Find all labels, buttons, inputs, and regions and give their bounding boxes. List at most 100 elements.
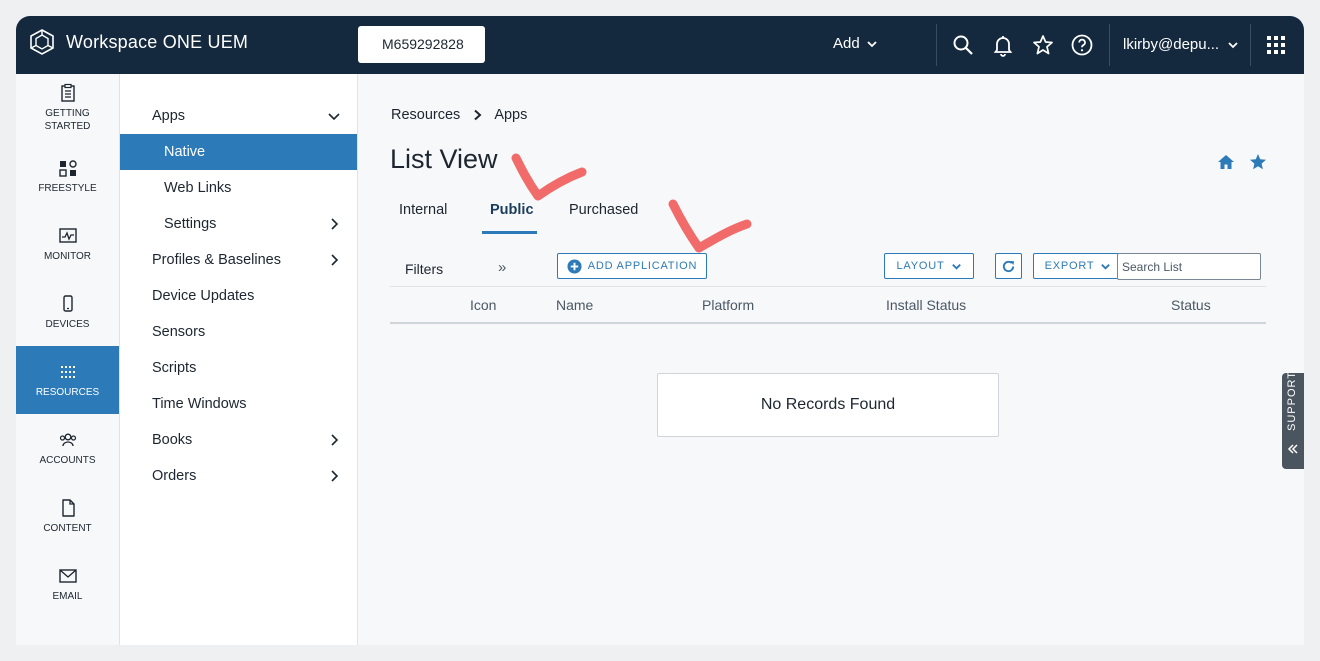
email-icon — [58, 568, 77, 583]
subnav-device-updates[interactable]: Device Updates — [120, 278, 357, 314]
subnav-label: Time Windows — [152, 396, 247, 412]
subnav-books[interactable]: Books — [120, 422, 357, 458]
subnav-label: Settings — [164, 216, 217, 232]
tab-internal[interactable]: Internal — [399, 202, 447, 218]
breadcrumb-resources[interactable]: Resources — [391, 107, 460, 123]
empty-state-message: No Records Found — [657, 373, 999, 437]
subnav-profiles-baselines[interactable]: Profiles & Baselines — [120, 242, 357, 278]
nav-label: DEVICES — [45, 318, 90, 330]
subnav-label: Apps — [152, 108, 186, 124]
chevron-down-icon — [951, 263, 961, 270]
column-header-platform[interactable]: Platform — [702, 297, 754, 313]
expand-filters-icon[interactable]: » — [498, 259, 506, 276]
brand-name: Workspace ONE UEM — [66, 31, 249, 52]
subnav-label: Profiles & Baselines — [152, 252, 281, 268]
resources-icon — [60, 365, 75, 378]
app-launcher-grid-icon[interactable] — [1264, 33, 1288, 57]
user-menu[interactable]: lkirby@depu... — [1123, 36, 1239, 53]
nav-freestyle[interactable]: FREESTYLE — [16, 142, 119, 210]
chevron-right-icon — [331, 470, 339, 482]
nav-label: FREESTYLE — [38, 182, 97, 194]
brand[interactable]: Workspace ONE UEM — [28, 28, 248, 56]
active-tab-indicator — [482, 231, 537, 234]
device-icon — [62, 294, 73, 312]
org-group-selector[interactable]: M659292828 — [358, 26, 485, 63]
subnav-label: Web Links — [164, 180, 232, 196]
search-list-input[interactable] — [1117, 253, 1261, 280]
subnav-label: Scripts — [152, 360, 197, 376]
user-name: lkirby@depu... — [1123, 36, 1220, 53]
nav-resources[interactable]: RESOURCES — [16, 346, 119, 414]
chevron-down-icon — [1101, 263, 1111, 270]
column-header-install-status[interactable]: Install Status — [886, 297, 966, 313]
subnav-apps[interactable]: Apps — [120, 98, 357, 134]
plus-circle-icon — [567, 258, 582, 274]
subnav-scripts[interactable]: Scripts — [120, 350, 357, 386]
list-toolbar: Filters » ADD APPLICATION LAYOUT EXPORT … — [390, 252, 1266, 282]
refresh-icon — [1002, 260, 1015, 272]
chevron-right-icon — [331, 434, 339, 446]
app-window: Workspace ONE UEM M659292828 Add lkirby@… — [16, 16, 1304, 645]
support-label: SUPPORT — [1286, 371, 1298, 431]
subnav-label: Native — [164, 144, 206, 160]
home-icon[interactable] — [1217, 153, 1235, 171]
table-header: Icon Name Platform Install Status Status — [390, 286, 1266, 324]
nav-devices[interactable]: DEVICES — [16, 278, 119, 346]
search-icon[interactable] — [951, 33, 975, 57]
chevron-down-icon — [328, 113, 340, 121]
layout-button[interactable]: LAYOUT — [884, 253, 974, 279]
nav-accounts[interactable]: ACCOUNTS — [16, 414, 119, 482]
chevron-right-icon — [331, 254, 339, 266]
nav-label: MONITOR — [43, 250, 92, 262]
subnav-label: Device Updates — [152, 288, 255, 304]
header-divider — [936, 24, 937, 66]
nav-label: GETTING STARTED — [44, 108, 91, 132]
column-header-status[interactable]: Status — [1171, 297, 1211, 313]
content-icon — [61, 498, 75, 517]
export-button[interactable]: EXPORT — [1033, 253, 1123, 279]
nav-label: RESOURCES — [35, 386, 100, 398]
bell-icon[interactable] — [991, 33, 1015, 57]
filters-label[interactable]: Filters — [405, 261, 443, 277]
primary-sidebar: GETTING STARTED FREESTYLE MONITOR DEVICE… — [16, 74, 120, 645]
breadcrumb-apps[interactable]: Apps — [494, 107, 527, 123]
add-menu[interactable]: Add — [833, 35, 878, 52]
accounts-icon — [59, 433, 76, 446]
layout-label: LAYOUT — [896, 260, 945, 272]
chevron-right-icon — [331, 218, 339, 230]
page-title: List View — [390, 144, 498, 174]
freestyle-icon — [58, 159, 77, 177]
clipboard-icon — [60, 83, 75, 102]
nav-content[interactable]: CONTENT — [16, 482, 119, 550]
support-tab[interactable]: SUPPORT — [1282, 371, 1304, 469]
nav-monitor[interactable]: MONITOR — [16, 210, 119, 278]
subnav-native[interactable]: Native — [120, 134, 357, 170]
chevron-down-icon — [867, 40, 877, 47]
subnav-orders[interactable]: Orders — [120, 458, 357, 494]
top-header: Workspace ONE UEM M659292828 Add lkirby@… — [16, 16, 1304, 74]
nav-label: ACCOUNTS — [39, 454, 96, 466]
help-icon[interactable] — [1070, 33, 1094, 57]
nav-getting-started[interactable]: GETTING STARTED — [16, 74, 119, 142]
annotation-checkmark-icon — [511, 153, 587, 201]
breadcrumb: Resources Apps — [391, 107, 527, 123]
nav-email[interactable]: EMAIL — [16, 550, 119, 618]
subnav-settings[interactable]: Settings — [120, 206, 357, 242]
header-divider — [1109, 24, 1110, 66]
star-icon[interactable] — [1031, 33, 1055, 57]
column-header-name[interactable]: Name — [556, 297, 593, 313]
main-content: Resources Apps List View Internal Public… — [358, 74, 1304, 645]
subnav-web-links[interactable]: Web Links — [120, 170, 357, 206]
favorite-star-icon[interactable] — [1249, 153, 1267, 171]
double-chevron-left-icon — [1287, 444, 1298, 454]
export-label: EXPORT — [1044, 260, 1095, 272]
nav-label: CONTENT — [43, 522, 92, 534]
subnav-label: Books — [152, 432, 193, 448]
subnav-label: Sensors — [152, 324, 206, 340]
column-header-icon[interactable]: Icon — [470, 297, 496, 313]
refresh-button[interactable] — [995, 253, 1022, 279]
subnav-sensors[interactable]: Sensors — [120, 314, 357, 350]
header-divider — [1250, 24, 1251, 66]
add-menu-label: Add — [833, 35, 860, 52]
subnav-time-windows[interactable]: Time Windows — [120, 386, 357, 422]
